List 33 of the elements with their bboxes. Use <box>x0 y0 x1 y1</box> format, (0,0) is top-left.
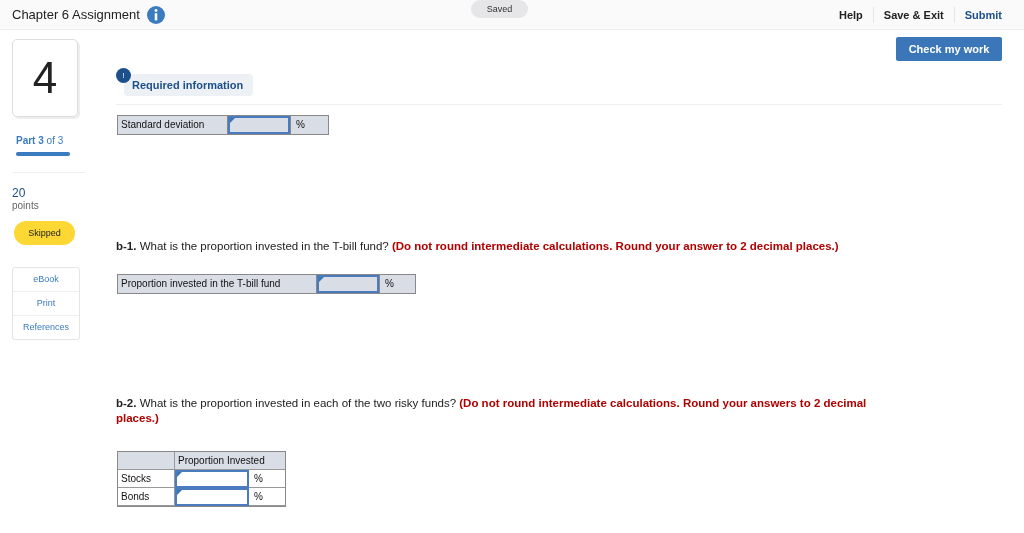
resource-link[interactable]: Print <box>13 292 79 316</box>
question-text: b-1. What is the proportion invested in the T-bill fund? (Do not round intermediate calculations. Round your answer to 2 decimal places.) <box>116 239 840 254</box>
resource-link[interactable]: References <box>13 316 79 339</box>
input-field[interactable] <box>175 470 249 488</box>
info-icon[interactable] <box>146 5 165 24</box>
row-label: Bonds <box>118 488 175 506</box>
input-field[interactable] <box>317 275 379 293</box>
row-label: Stocks <box>118 470 175 488</box>
assignment-title: Chapter 6 Assignment <box>12 7 140 22</box>
table-cell <box>118 452 175 470</box>
header-link[interactable]: Help <box>828 8 873 21</box>
table-cell: % <box>379 275 415 293</box>
part-label: Part 3 of 3 <box>16 135 65 146</box>
question-number-card: 4 <box>12 39 78 117</box>
status-pill: Skipped <box>14 221 75 245</box>
header-link[interactable]: Save & Exit <box>873 8 954 21</box>
column-header: Proportion Invested <box>175 452 285 470</box>
table-cell: Standard deviation <box>118 116 228 134</box>
required-information-tab[interactable]: Required information <box>124 74 254 96</box>
resource-link[interactable]: eBook <box>13 268 79 292</box>
points-value: 20 <box>12 186 27 200</box>
header-link[interactable]: Submit <box>954 8 1012 21</box>
input-field[interactable] <box>175 488 249 506</box>
table-cell: Proportion invested in the T-bill fund <box>118 275 317 293</box>
input-field[interactable] <box>228 116 290 134</box>
question-text: b-2. What is the proportion invested in each of the two risky funds? (Do not round intermediate calculations. Round your answers to 2 decimal places.) <box>116 396 868 426</box>
table-cell: % <box>249 488 285 506</box>
saved-status: Saved <box>471 0 528 18</box>
table-cell: % <box>249 470 285 488</box>
table-cell: % <box>290 116 328 134</box>
check-my-work-button[interactable]: Check my work <box>896 37 1002 61</box>
points-label: points <box>12 200 40 211</box>
alert-badge: ! <box>116 68 131 83</box>
